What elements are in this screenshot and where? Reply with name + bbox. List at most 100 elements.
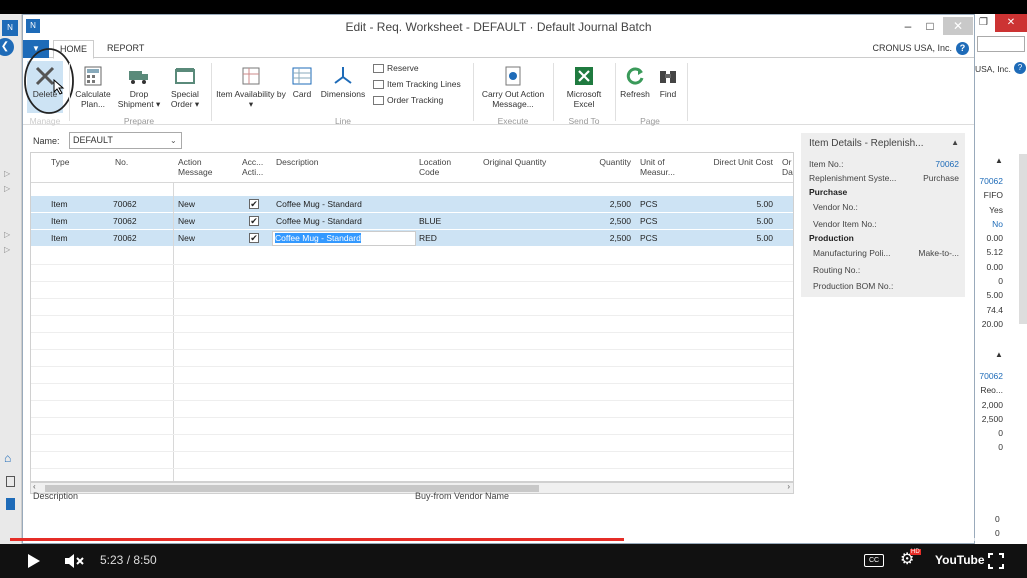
- empty-row[interactable]: [31, 367, 793, 384]
- special-order-button[interactable]: Special Order ▾: [163, 65, 207, 109]
- item-availability-button[interactable]: Item Availability by ▾: [215, 65, 287, 109]
- collapse-icon[interactable]: ▲: [995, 350, 1003, 359]
- scroll-left-icon[interactable]: ‹: [33, 482, 36, 491]
- cell-quantity[interactable]: 2,500: [591, 216, 631, 226]
- cell-quantity[interactable]: 2,500: [591, 233, 631, 243]
- refresh-button[interactable]: Refresh: [617, 65, 653, 99]
- close-icon[interactable]: ✕: [943, 17, 973, 35]
- list-icon[interactable]: [6, 498, 15, 510]
- column-header-no[interactable]: No.: [115, 157, 128, 167]
- calculate-plan-button[interactable]: Calculate Plan...: [71, 65, 115, 109]
- cell-description[interactable]: Coffee Mug - Standard: [276, 199, 362, 209]
- collapse-icon[interactable]: ▲: [995, 156, 1003, 165]
- cell-description[interactable]: Coffee Mug - Standard: [276, 216, 362, 226]
- cell-type[interactable]: Item: [51, 216, 68, 226]
- empty-row[interactable]: [31, 418, 793, 435]
- expand-icon[interactable]: ▷: [4, 169, 10, 178]
- column-header-quantity[interactable]: Quantity: [591, 157, 631, 167]
- empty-row[interactable]: [31, 333, 793, 350]
- expand-icon[interactable]: ▷: [4, 245, 10, 254]
- column-header-action-message[interactable]: Action Message: [178, 157, 222, 177]
- cell-no[interactable]: 70062: [113, 216, 137, 226]
- cell-location[interactable]: BLUE: [419, 216, 441, 226]
- card-button[interactable]: Card: [287, 65, 317, 99]
- cell-no[interactable]: 70062: [113, 199, 137, 209]
- empty-row[interactable]: [31, 282, 793, 299]
- column-header-accept[interactable]: Acc... Acti...: [242, 157, 268, 177]
- cell-no[interactable]: 70062: [113, 233, 137, 243]
- cell-description[interactable]: Coffee Mug - Standard: [275, 233, 361, 243]
- cell-uom[interactable]: PCS: [640, 233, 657, 243]
- cell-quantity[interactable]: 2,500: [591, 199, 631, 209]
- empty-row[interactable]: [31, 316, 793, 333]
- column-header-or-da[interactable]: Or Da: [782, 157, 793, 177]
- dimensions-button[interactable]: Dimensions: [319, 65, 367, 99]
- youtube-logo[interactable]: YouTube: [935, 553, 985, 567]
- help-icon[interactable]: ?: [1014, 62, 1026, 74]
- cell-location[interactable]: RED: [419, 233, 437, 243]
- home-icon[interactable]: ⌂: [4, 451, 11, 465]
- column-header-direct-unit-cost[interactable]: Direct Unit Cost: [701, 157, 773, 167]
- cell-action[interactable]: New: [178, 233, 195, 243]
- empty-row[interactable]: [31, 435, 793, 452]
- accept-checkbox[interactable]: ✔: [249, 233, 259, 243]
- document-icon[interactable]: [6, 476, 15, 487]
- scroll-right-icon[interactable]: ›: [787, 482, 790, 491]
- column-header-type[interactable]: Type: [51, 157, 69, 167]
- table-row[interactable]: Item 70062 New ✔ Coffee Mug - Standard R…: [31, 230, 793, 247]
- collapse-icon[interactable]: ▲: [951, 138, 959, 147]
- help-icon[interactable]: ?: [956, 42, 969, 55]
- column-header-location[interactable]: Location Code: [419, 157, 469, 177]
- cell-type[interactable]: Item: [51, 199, 68, 209]
- cell-direct-unit-cost[interactable]: 5.00: [731, 199, 773, 209]
- cell-direct-unit-cost[interactable]: 5.00: [731, 233, 773, 243]
- empty-row[interactable]: [31, 299, 793, 316]
- fullscreen-icon[interactable]: [988, 553, 1004, 569]
- item-no-link[interactable]: 70062: [935, 159, 959, 169]
- empty-row[interactable]: [31, 248, 793, 265]
- accept-checkbox[interactable]: ✔: [249, 199, 259, 209]
- cell-action[interactable]: New: [178, 216, 195, 226]
- background-search-input[interactable]: [977, 36, 1025, 52]
- carry-out-action-button[interactable]: Carry Out Action Message...: [477, 65, 549, 109]
- name-dropdown[interactable]: DEFAULT: [69, 132, 182, 149]
- mute-icon[interactable]: [64, 553, 86, 569]
- video-progress-played[interactable]: [10, 538, 624, 541]
- cell-action[interactable]: New: [178, 199, 195, 209]
- reserve-button[interactable]: Reserve: [373, 61, 419, 75]
- expand-icon[interactable]: ▷: [4, 230, 10, 239]
- find-button[interactable]: Find: [653, 65, 683, 99]
- order-tracking-button[interactable]: Order Tracking: [373, 93, 443, 107]
- excel-button[interactable]: Microsoft Excel: [557, 65, 611, 109]
- cell-direct-unit-cost[interactable]: 5.00: [731, 216, 773, 226]
- horizontal-scrollbar[interactable]: ‹ ›: [30, 482, 794, 494]
- column-header-original-qty[interactable]: Original Quantity: [483, 157, 546, 167]
- tab-report[interactable]: REPORT: [107, 43, 144, 53]
- captions-icon[interactable]: CC: [864, 554, 884, 567]
- drop-shipment-button[interactable]: Drop Shipment ▾: [117, 65, 161, 109]
- empty-row[interactable]: [31, 384, 793, 401]
- cell-uom[interactable]: PCS: [640, 216, 657, 226]
- empty-row[interactable]: [31, 452, 793, 469]
- cell-type[interactable]: Item: [51, 233, 68, 243]
- maximize-icon[interactable]: □: [921, 17, 939, 35]
- accept-checkbox[interactable]: ✔: [249, 216, 259, 226]
- empty-row[interactable]: [31, 350, 793, 367]
- expand-icon[interactable]: ▷: [4, 184, 10, 193]
- empty-row[interactable]: [31, 265, 793, 282]
- minimize-icon[interactable]: –: [899, 17, 917, 35]
- item-tracking-lines-button[interactable]: Item Tracking Lines: [373, 77, 461, 91]
- table-row[interactable]: Item 70062 New ✔ Coffee Mug - Standard 2…: [31, 196, 793, 213]
- close-icon[interactable]: ✕: [995, 14, 1027, 32]
- back-icon[interactable]: ❮: [0, 38, 14, 56]
- column-header-description[interactable]: Description: [276, 157, 319, 167]
- chevron-down-icon[interactable]: ⌄: [170, 136, 177, 145]
- restore-icon[interactable]: ❐: [979, 17, 988, 28]
- empty-row[interactable]: [31, 401, 793, 418]
- table-row[interactable]: Item 70062 New ✔ Coffee Mug - Standard B…: [31, 213, 793, 230]
- description-edit-field[interactable]: Coffee Mug - Standard: [272, 231, 416, 246]
- column-header-uom[interactable]: Unit of Measur...: [640, 157, 688, 177]
- scrollbar[interactable]: [1019, 154, 1027, 324]
- cell-uom[interactable]: PCS: [640, 199, 657, 209]
- play-icon[interactable]: [27, 553, 41, 569]
